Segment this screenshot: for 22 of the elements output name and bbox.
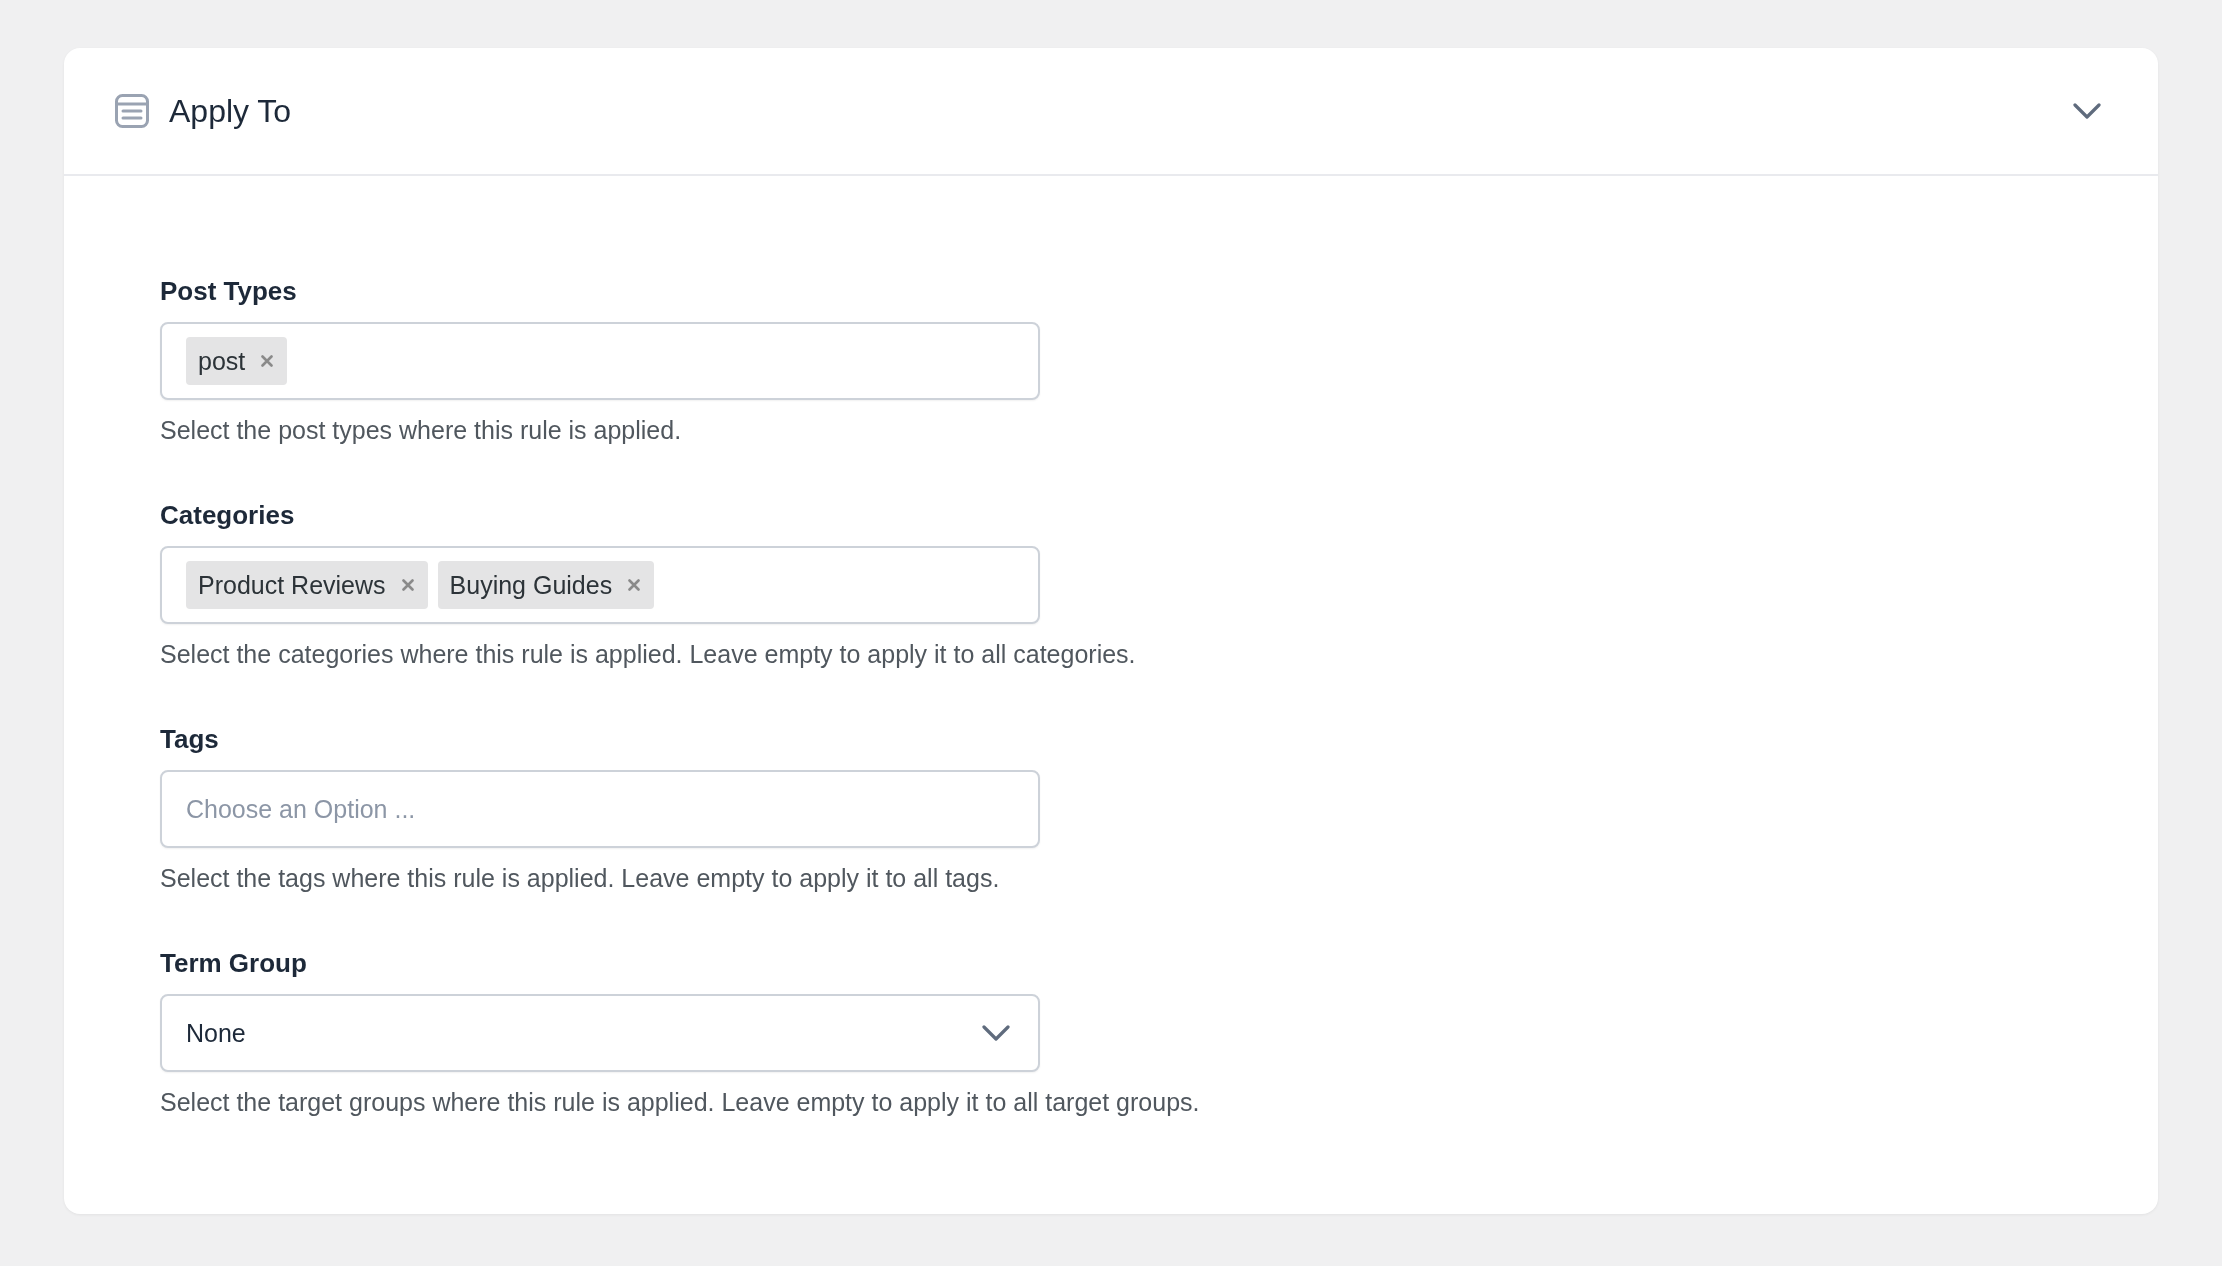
close-icon[interactable] (261, 355, 274, 367)
chip-label: post (198, 346, 246, 376)
multi-select-field[interactable]: Choose an Option ... (160, 770, 1040, 848)
field-label: Term Group (160, 947, 307, 980)
close-icon[interactable] (628, 579, 641, 591)
chevron-down-icon[interactable] (2073, 103, 2101, 119)
field-label: Tags (160, 723, 219, 756)
close-icon[interactable] (401, 579, 414, 591)
chevron-down-icon[interactable] (982, 1025, 1010, 1041)
multi-select-field[interactable]: post (160, 322, 1040, 400)
panel-title: Apply To (169, 92, 292, 131)
field-label: Post Types (160, 275, 297, 308)
help-text: Select the post types where this rule is applied. (160, 415, 682, 446)
list-icon (115, 94, 149, 128)
help-text: Select the target groups where this rule is applied. Leave empty to apply it to all target groups. (160, 1087, 1200, 1118)
chip-label: Product Reviews (198, 570, 386, 600)
help-text: Select the categories where this rule is applied. Leave empty to apply it to all categories. (160, 639, 1136, 670)
select-field[interactable]: None (160, 994, 1040, 1072)
chip-label: Buying Guides (449, 570, 613, 600)
help-text: Select the tags where this rule is applied. Leave empty to apply it to all tags. (160, 863, 1000, 894)
field-label: Categories (160, 499, 295, 532)
multi-select-field[interactable]: Product Reviews Buying Guides (160, 546, 1040, 624)
